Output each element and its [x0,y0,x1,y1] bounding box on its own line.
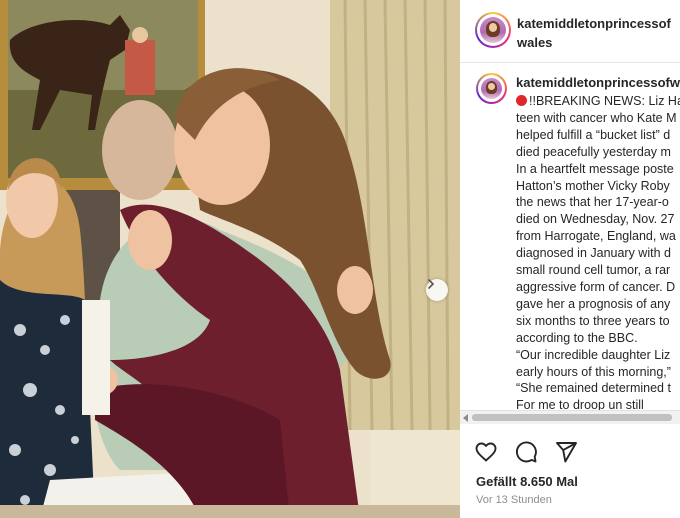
post-timestamp[interactable]: Vor 13 Stunden [476,494,552,506]
next-photo-button[interactable] [426,279,448,301]
caption-line: gave her a prognosis of any [516,296,671,311]
caption-avatar[interactable] [476,73,507,104]
caption-line: !!BREAKING NEWS: Liz Ha [516,93,680,110]
caption-line: died peacefully yesterday m [516,144,671,159]
caption-username[interactable]: katemiddletonprincessofwa [516,75,680,90]
heart-icon [475,442,497,462]
caption-line: In a heartfelt message poste [516,161,674,176]
caption-line: aggressive form of cancer. D [516,279,676,294]
caption-line: helped fulfill a “bucket list” d [516,127,671,142]
post-actions [474,440,674,466]
caption-line: according to the BBC. [516,330,638,345]
caption-line: “Our incredible daughter Liz [516,347,671,362]
comment-icon [515,441,537,463]
scrollbar-thumb[interactable] [472,414,672,421]
share-button[interactable] [554,440,578,464]
send-icon [556,442,577,463]
caption-line: Hatton’s mother Vicky Roby [516,178,670,193]
header-username[interactable]: katemiddletonprincessofwales [517,14,677,52]
comment-button[interactable] [514,440,538,464]
post-photo [0,0,460,518]
caption-line: teen with cancer who Kate M [516,110,677,125]
caption-line: the news that her 17-year-o [516,195,669,210]
likes-count[interactable]: Gefällt 8.650 Mal [476,474,578,489]
post-header: katemiddletonprincessofwales [460,0,680,63]
photo-illustration [0,0,460,518]
like-button[interactable] [474,440,498,464]
post-caption: katemiddletonprincessofwa !!BREAKING NEW… [460,63,680,413]
caption-line: six months to three years to [516,313,670,328]
caption-line: small round cell tumor, a rar [516,263,671,278]
chevron-right-icon [428,279,435,289]
avatar[interactable] [475,12,511,48]
horizontal-scrollbar[interactable] [460,410,680,424]
caption-line: from Harrogate, England, wa [516,229,676,244]
caption-line: early hours of this morning,” [516,364,671,379]
caption-line: diagnosed in January with d [516,246,671,261]
caption-line: died on Wednesday, Nov. 27 [516,212,675,227]
caption-text: !!BREAKING NEWS: Liz Ha teen with cancer… [516,93,680,413]
caption-line: “She remained determined t [516,381,671,396]
scroll-left-icon[interactable] [463,414,468,422]
red-circle-icon [516,95,527,106]
post-sidebar: katemiddletonprincessofwales katemiddlet… [460,0,680,518]
